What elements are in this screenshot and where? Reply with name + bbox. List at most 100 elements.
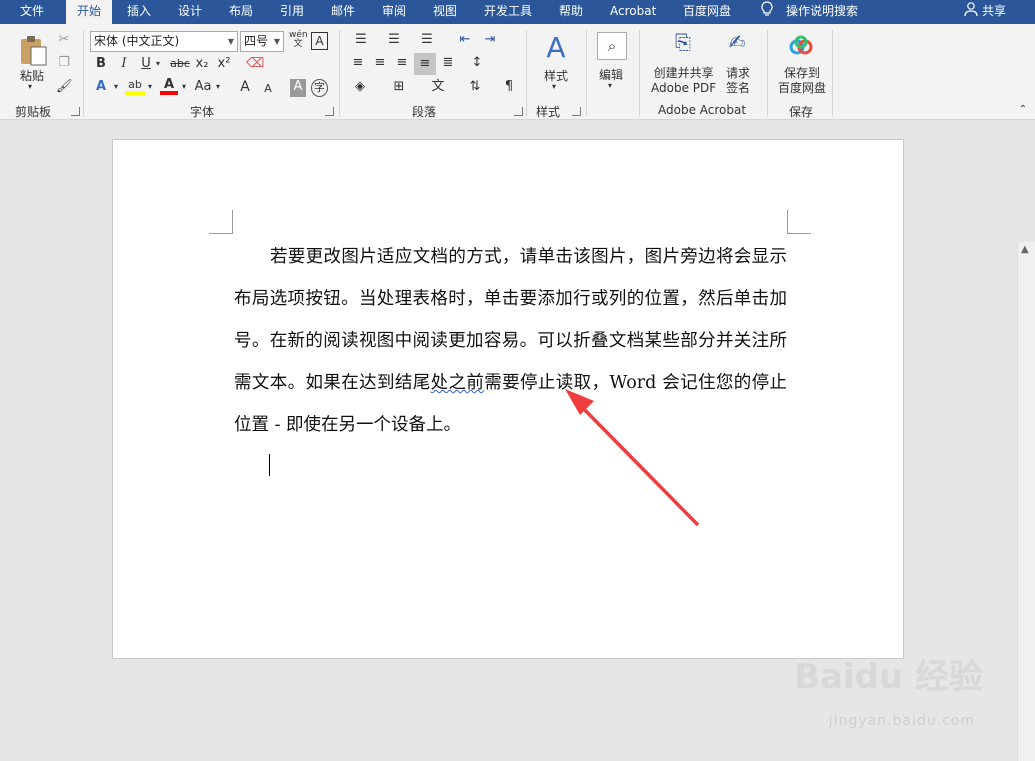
tab-home[interactable]: 开始 (66, 0, 112, 24)
tab-file[interactable]: 文件 (20, 0, 44, 24)
create-pdf-icon[interactable]: ⎘ (672, 32, 694, 60)
paste-icon[interactable] (16, 34, 50, 68)
lightbulb-icon (760, 0, 774, 24)
enclose-characters-icon[interactable]: 字 (311, 79, 328, 97)
divider (639, 30, 640, 116)
highlight-icon[interactable]: ab (125, 77, 145, 95)
divider (832, 30, 833, 116)
request-signature-icon[interactable]: ✍ (724, 32, 750, 60)
chevron-down-icon[interactable]: ▾ (214, 79, 222, 97)
tab-layout[interactable]: 布局 (229, 0, 253, 24)
ribbon-home: 粘贴 ▾ ✂ ❐ 🖌 剪贴板 宋体 (中文正文) ▼ 四号 ▼ wén 文 A B I… (0, 24, 1035, 120)
tab-acrobat[interactable]: Acrobat (610, 0, 656, 24)
numbering-icon[interactable]: ☰ (383, 32, 405, 50)
cut-icon[interactable]: ✂ (56, 32, 72, 50)
create-pdf-label-2: Adobe PDF (651, 81, 717, 95)
baidu-label: 保存到 (784, 66, 821, 80)
font-name-select[interactable]: 宋体 (中文正文) ▼ (90, 31, 238, 52)
subscript-button[interactable]: x₂ (194, 56, 210, 74)
shrink-font-button[interactable]: A (262, 81, 274, 99)
borders-icon[interactable]: ⊞ (388, 79, 410, 97)
character-shading-icon[interactable]: A (290, 79, 306, 97)
font-name-value: 宋体 (中文正文) (94, 34, 180, 48)
styles-launcher-icon[interactable] (572, 107, 581, 116)
change-case-button[interactable]: Aa (193, 79, 213, 97)
baidu-pan-icon[interactable] (786, 34, 816, 60)
chevron-down-icon[interactable]: ▾ (180, 79, 188, 97)
clear-formatting-icon[interactable]: ⌫ (246, 56, 264, 74)
tab-design[interactable]: 设计 (178, 0, 202, 24)
divider (767, 30, 768, 116)
create-pdf-label: 创建并共享 (653, 66, 714, 80)
font-size-select[interactable]: 四号 ▼ (240, 31, 284, 52)
text-effects-icon[interactable]: A (93, 79, 109, 97)
align-left-icon[interactable]: ≡ (348, 55, 368, 73)
align-center-icon[interactable]: ≡ (370, 55, 390, 73)
tab-mailings[interactable]: 邮件 (331, 0, 355, 24)
chevron-down-icon: ▼ (273, 37, 280, 46)
line-spacing-icon[interactable]: ↕ (466, 55, 488, 73)
text-cursor (269, 454, 270, 476)
save-group-label: 保存 (789, 105, 814, 119)
strikethrough-button[interactable]: abc (170, 56, 190, 74)
tab-view[interactable]: 视图 (433, 0, 457, 24)
superscript-button[interactable]: x² (216, 56, 232, 74)
watermark-url: jingyan.baidu.com (828, 713, 975, 729)
paragraph-group-label: 段落 (412, 105, 437, 119)
chevron-down-icon[interactable]: ▾ (552, 82, 556, 91)
shading-icon[interactable]: ◈ (349, 79, 371, 97)
chevron-down-icon[interactable]: ▾ (608, 81, 612, 90)
chevron-down-icon[interactable]: ▾ (146, 79, 154, 97)
paragraph-launcher-icon[interactable] (514, 107, 523, 116)
align-right-icon[interactable]: ≡ (392, 55, 412, 73)
decrease-indent-icon[interactable]: ⇤ (455, 32, 475, 50)
paste-dropdown-icon[interactable]: ▾ (28, 82, 32, 91)
character-border-icon[interactable]: A (311, 32, 328, 50)
tab-developer[interactable]: 开发工具 (484, 0, 532, 24)
tab-review[interactable]: 审阅 (382, 0, 406, 24)
user-icon (964, 0, 978, 24)
sort-icon[interactable]: ⇅ (464, 79, 486, 97)
tell-me-search[interactable]: 操作说明搜索 (786, 0, 858, 24)
copy-icon[interactable]: ❐ (56, 55, 72, 73)
chevron-down-icon[interactable]: ▾ (154, 56, 162, 74)
clipboard-launcher-icon[interactable] (71, 107, 80, 116)
underline-button[interactable]: U (139, 56, 153, 74)
distributed-icon[interactable]: ≣ (438, 55, 458, 73)
justify-icon[interactable]: ≡ (414, 53, 436, 75)
clipboard-group-label: 剪贴板 (15, 105, 52, 119)
divider (339, 30, 340, 116)
bullets-icon[interactable]: ☰ (350, 32, 372, 50)
collapse-ribbon-icon[interactable]: ⌃ (1017, 102, 1029, 120)
watermark-logo: Baidu 经验 (794, 657, 983, 697)
multilevel-list-icon[interactable]: ☰ (416, 32, 438, 50)
share-button[interactable]: 共享 (982, 0, 1006, 24)
chinese-layout-icon[interactable]: 文 (427, 79, 449, 97)
scroll-up-icon[interactable]: ▲ (1021, 244, 1029, 255)
tab-references[interactable]: 引用 (280, 0, 304, 24)
chevron-down-icon[interactable]: ▾ (112, 79, 120, 97)
vertical-scrollbar[interactable]: ▲ (1017, 242, 1035, 761)
acrobat-group-label: Adobe Acrobat (658, 103, 747, 117)
styles-icon[interactable]: A (540, 31, 572, 65)
italic-button[interactable]: I (117, 56, 131, 74)
create-share-pdf-button[interactable]: 创建并共享 Adobe PDF (651, 66, 716, 96)
signature-label-2: 签名 (726, 81, 751, 95)
font-launcher-icon[interactable] (325, 107, 334, 116)
tab-baidu-pan[interactable]: 百度网盘 (683, 0, 731, 24)
grow-font-button[interactable]: A (238, 79, 252, 97)
request-signature-button[interactable]: 请求 签名 (726, 66, 750, 96)
tab-insert[interactable]: 插入 (127, 0, 151, 24)
document-page[interactable]: 若要更改图片适应文档的方式，请单击该图片，图片旁边将会显示布局选项按钮。当处理表… (112, 139, 904, 659)
document-body[interactable]: 若要更改图片适应文档的方式，请单击该图片，图片旁边将会显示布局选项按钮。当处理表… (234, 236, 787, 446)
phonetic-guide-icon[interactable]: wén 文 (289, 31, 308, 49)
show-marks-icon[interactable]: ¶ (500, 79, 518, 97)
divider (526, 30, 527, 116)
tab-help[interactable]: 帮助 (559, 0, 583, 24)
search-icon[interactable]: ⌕ (597, 32, 627, 60)
font-color-icon[interactable]: A (160, 77, 178, 95)
bold-button[interactable]: B (94, 56, 108, 74)
save-baidu-pan-button[interactable]: 保存到 百度网盘 (778, 66, 826, 96)
format-painter-icon[interactable]: 🖌 (56, 79, 73, 97)
increase-indent-icon[interactable]: ⇥ (480, 32, 500, 50)
